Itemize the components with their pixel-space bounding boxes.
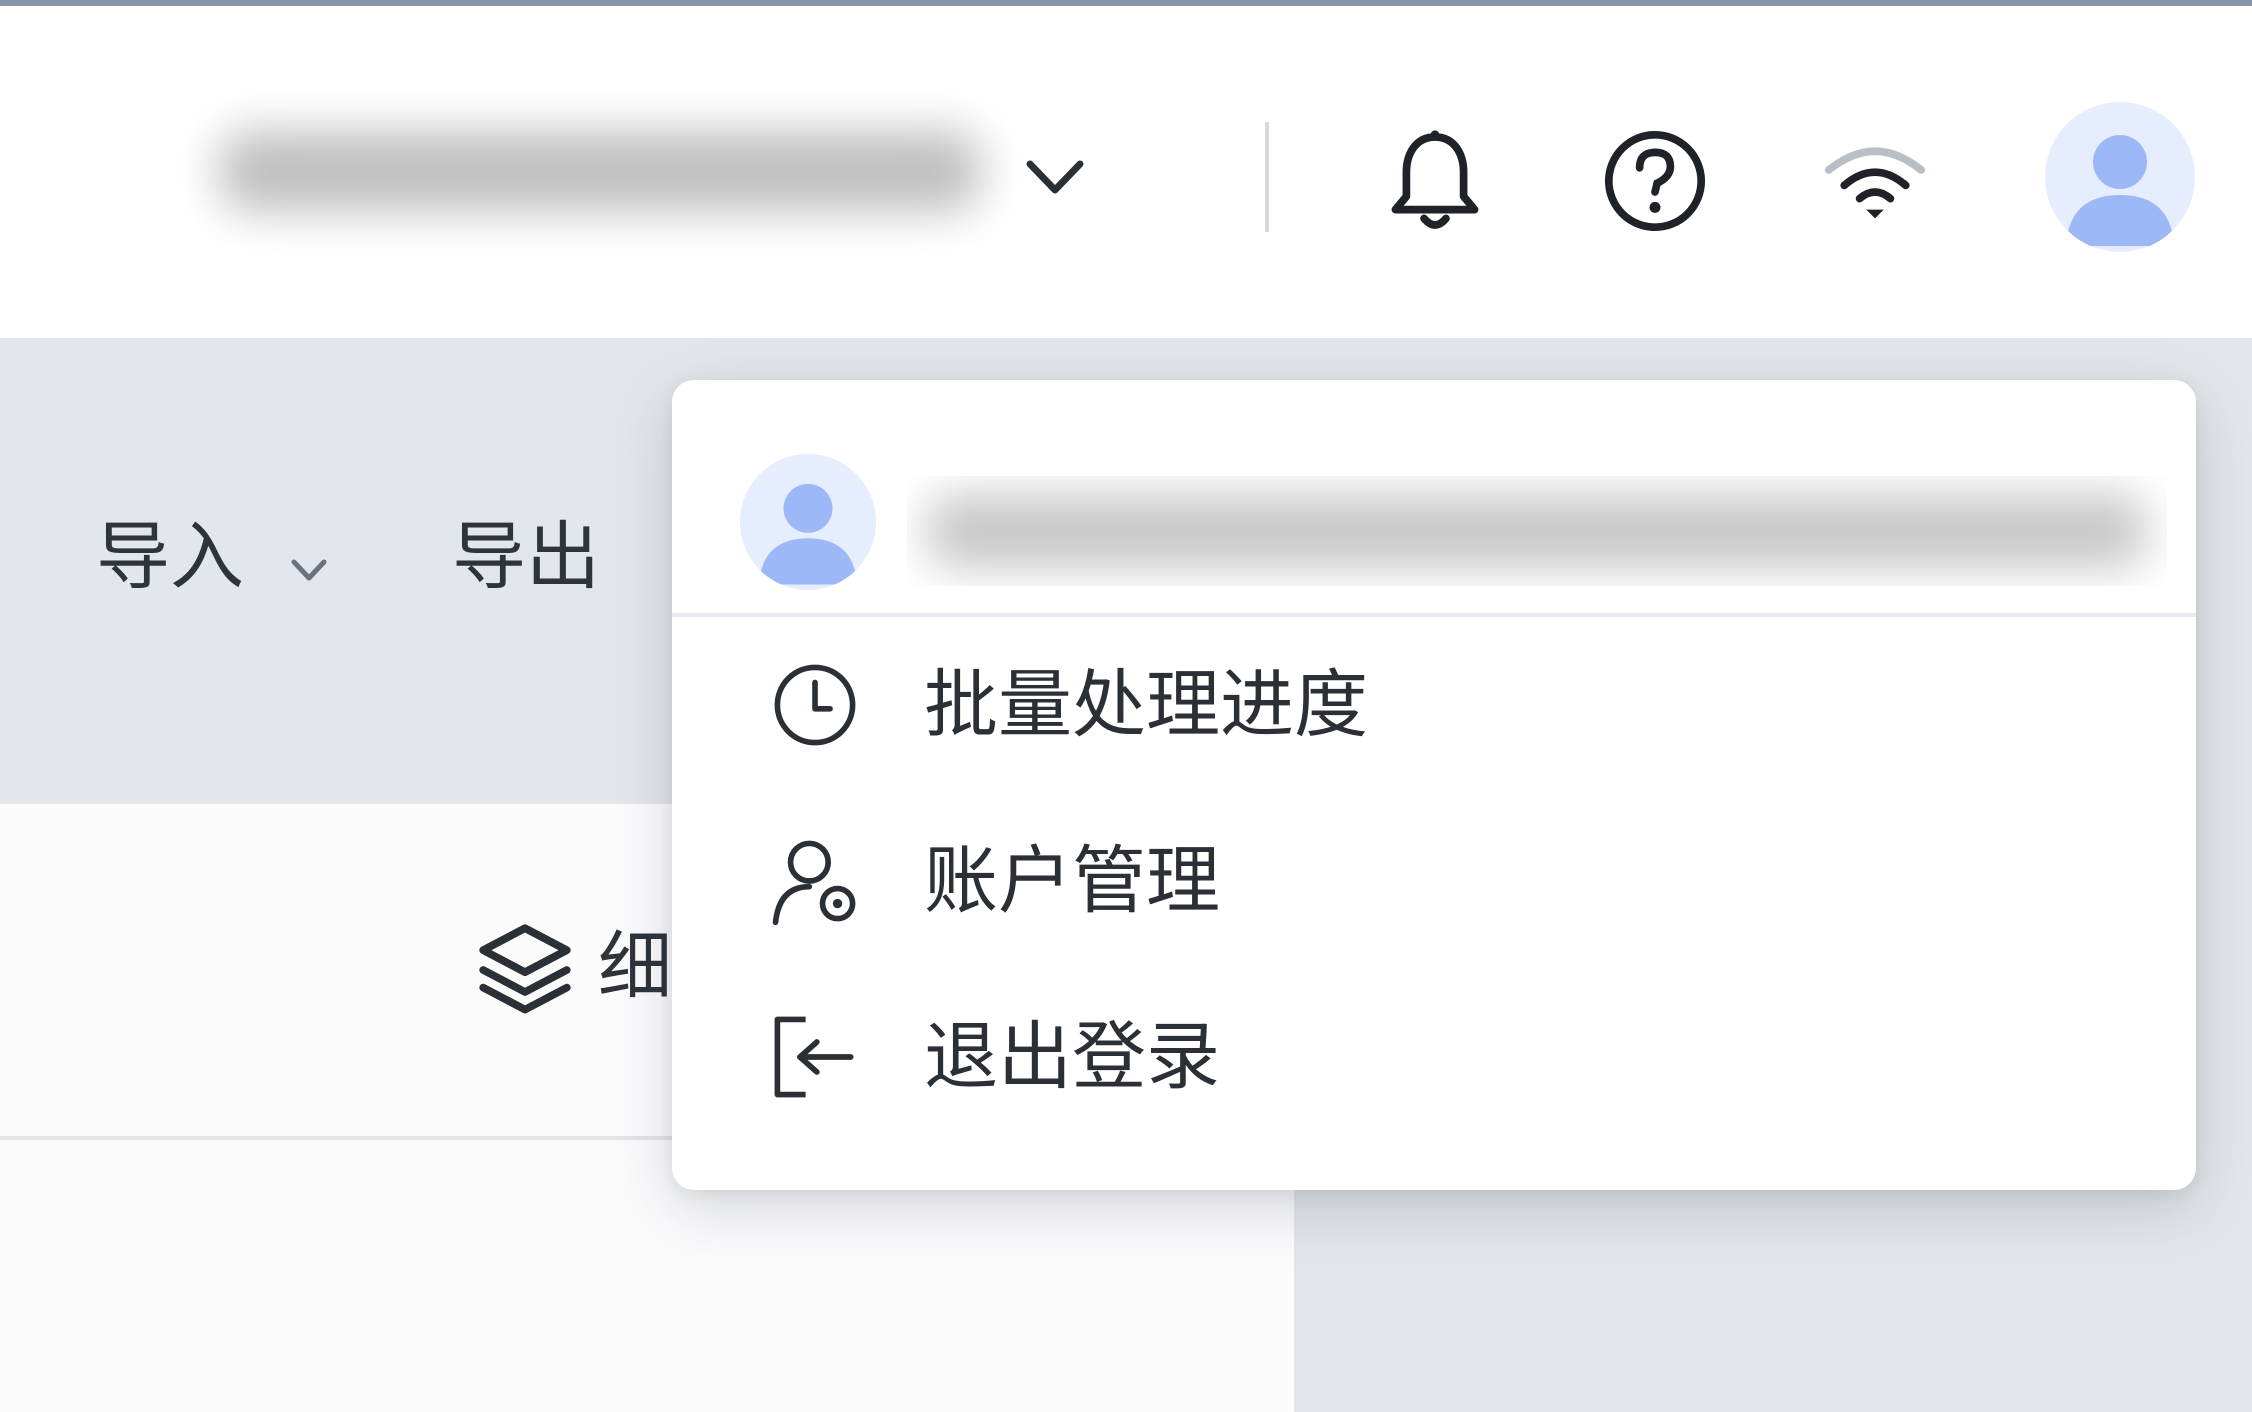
workspace-name-obscured — [220, 131, 980, 211]
menu-item-logout[interactable]: 退出登录 — [672, 968, 2196, 1146]
menu-item-label: 账户管理 — [924, 838, 1220, 924]
menu-item-label: 批量处理进度 — [924, 662, 1368, 748]
top-header — [0, 0, 2252, 338]
user-avatar-icon[interactable] — [2045, 102, 2195, 252]
clock-icon — [768, 658, 862, 752]
help-circle-icon[interactable] — [1600, 126, 1710, 236]
workspace-selector[interactable] — [160, 111, 1140, 231]
menu-item-batch-progress[interactable]: 批量处理进度 — [672, 616, 2196, 794]
menu-item-label: 退出登录 — [924, 1014, 1220, 1100]
wifi-icon[interactable] — [1820, 126, 1930, 236]
layers-icon — [470, 915, 580, 1025]
chevron-down-icon[interactable] — [284, 550, 334, 590]
user-info-header — [672, 380, 2196, 616]
import-button[interactable]: 导入 — [96, 520, 244, 594]
bell-icon[interactable] — [1380, 126, 1490, 236]
user-avatar-icon — [740, 454, 876, 590]
chevron-down-icon[interactable] — [1020, 146, 1090, 206]
username-obscured — [907, 476, 2167, 586]
menu-item-account-management[interactable]: 账户管理 — [672, 792, 2196, 970]
logout-icon — [768, 1010, 862, 1104]
user-dropdown-menu: 批量处理进度 账户管理 退出登录 — [672, 380, 2196, 1190]
header-divider — [1265, 122, 1269, 232]
user-settings-icon — [768, 834, 862, 928]
detail-tab-label[interactable]: 细 — [598, 930, 672, 1004]
export-button[interactable]: 导出 — [452, 520, 600, 594]
